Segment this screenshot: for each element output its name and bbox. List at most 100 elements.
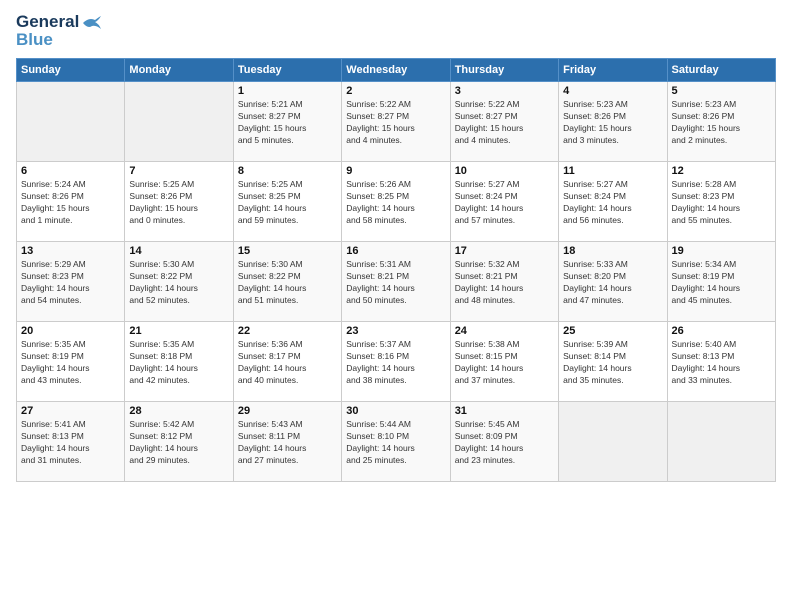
logo-bird-icon <box>81 15 103 31</box>
calendar-cell: 23 Sunrise: 5:37 AM Sunset: 8:16 PM Dayli… <box>342 322 450 402</box>
calendar-cell: 30 Sunrise: 5:44 AM Sunset: 8:10 PM Dayli… <box>342 402 450 482</box>
day-number: 24 <box>455 325 554 337</box>
calendar-week-row: 20 Sunrise: 5:35 AM Sunset: 8:19 PM Dayli… <box>17 322 776 402</box>
day-number: 13 <box>21 245 120 257</box>
calendar-table: SundayMondayTuesdayWednesdayThursdayFrid… <box>16 58 776 482</box>
calendar-cell: 22 Sunrise: 5:36 AM Sunset: 8:17 PM Dayli… <box>233 322 341 402</box>
day-number: 30 <box>346 405 445 417</box>
calendar-cell: 6 Sunrise: 5:24 AM Sunset: 8:26 PM Daylig… <box>17 162 125 242</box>
calendar-cell: 25 Sunrise: 5:39 AM Sunset: 8:14 PM Dayli… <box>559 322 667 402</box>
weekday-header: Monday <box>125 59 233 82</box>
calendar-week-row: 6 Sunrise: 5:24 AM Sunset: 8:26 PM Daylig… <box>17 162 776 242</box>
logo: General Blue <box>16 12 103 50</box>
calendar-cell: 31 Sunrise: 5:45 AM Sunset: 8:09 PM Dayli… <box>450 402 558 482</box>
day-number: 25 <box>563 325 662 337</box>
day-info: Sunrise: 5:22 AM Sunset: 8:27 PM Dayligh… <box>346 99 445 147</box>
day-info: Sunrise: 5:35 AM Sunset: 8:19 PM Dayligh… <box>21 339 120 387</box>
calendar-cell: 19Sunrise: 5:34 AM Sunset: 8:19 PM Dayli… <box>667 242 775 322</box>
calendar-cell: 28Sunrise: 5:42 AM Sunset: 8:12 PM Dayli… <box>125 402 233 482</box>
day-info: Sunrise: 5:35 AM Sunset: 8:18 PM Dayligh… <box>129 339 228 387</box>
day-number: 26 <box>672 325 771 337</box>
day-info: Sunrise: 5:25 AM Sunset: 8:26 PM Dayligh… <box>129 179 228 227</box>
day-info: Sunrise: 5:31 AM Sunset: 8:21 PM Dayligh… <box>346 259 445 307</box>
day-number: 20 <box>21 325 120 337</box>
day-info: Sunrise: 5:27 AM Sunset: 8:24 PM Dayligh… <box>455 179 554 227</box>
header: General Blue <box>16 12 776 50</box>
day-info: Sunrise: 5:38 AM Sunset: 8:15 PM Dayligh… <box>455 339 554 387</box>
day-number: 12 <box>672 165 771 177</box>
day-info: Sunrise: 5:43 AM Sunset: 8:11 PM Dayligh… <box>238 419 337 467</box>
calendar-cell: 1 Sunrise: 5:21 AM Sunset: 8:27 PM Daylig… <box>233 82 341 162</box>
day-info: Sunrise: 5:30 AM Sunset: 8:22 PM Dayligh… <box>129 259 228 307</box>
calendar-cell: 4Sunrise: 5:23 AM Sunset: 8:26 PM Daylig… <box>559 82 667 162</box>
day-info: Sunrise: 5:40 AM Sunset: 8:13 PM Dayligh… <box>672 339 771 387</box>
day-number: 5 <box>672 85 771 97</box>
day-number: 31 <box>455 405 554 417</box>
day-number: 7 <box>129 165 228 177</box>
calendar-cell: 12 Sunrise: 5:28 AM Sunset: 8:23 PM Dayli… <box>667 162 775 242</box>
day-number: 6 <box>21 165 120 177</box>
calendar-cell: 20 Sunrise: 5:35 AM Sunset: 8:19 PM Dayli… <box>17 322 125 402</box>
day-number: 11 <box>563 165 662 177</box>
weekday-header: Wednesday <box>342 59 450 82</box>
day-number: 22 <box>238 325 337 337</box>
day-number: 10 <box>455 165 554 177</box>
calendar-cell: 29Sunrise: 5:43 AM Sunset: 8:11 PM Dayli… <box>233 402 341 482</box>
calendar-cell: 13 Sunrise: 5:29 AM Sunset: 8:23 PM Dayli… <box>17 242 125 322</box>
calendar-cell: 2 Sunrise: 5:22 AM Sunset: 8:27 PM Daylig… <box>342 82 450 162</box>
calendar-header-row: SundayMondayTuesdayWednesdayThursdayFrid… <box>17 59 776 82</box>
day-number: 1 <box>238 85 337 97</box>
day-info: Sunrise: 5:44 AM Sunset: 8:10 PM Dayligh… <box>346 419 445 467</box>
day-info: Sunrise: 5:30 AM Sunset: 8:22 PM Dayligh… <box>238 259 337 307</box>
logo-blue: Blue <box>16 30 53 50</box>
calendar-cell: 3Sunrise: 5:22 AM Sunset: 8:27 PM Daylig… <box>450 82 558 162</box>
calendar-cell: 26 Sunrise: 5:40 AM Sunset: 8:13 PM Dayli… <box>667 322 775 402</box>
day-number: 28 <box>129 405 228 417</box>
day-number: 3 <box>455 85 554 97</box>
weekday-header: Tuesday <box>233 59 341 82</box>
day-info: Sunrise: 5:36 AM Sunset: 8:17 PM Dayligh… <box>238 339 337 387</box>
day-info: Sunrise: 5:25 AM Sunset: 8:25 PM Dayligh… <box>238 179 337 227</box>
day-number: 9 <box>346 165 445 177</box>
calendar-cell <box>559 402 667 482</box>
calendar-cell: 7 Sunrise: 5:25 AM Sunset: 8:26 PM Daylig… <box>125 162 233 242</box>
calendar-week-row: 13 Sunrise: 5:29 AM Sunset: 8:23 PM Dayli… <box>17 242 776 322</box>
day-number: 16 <box>346 245 445 257</box>
day-info: Sunrise: 5:27 AM Sunset: 8:24 PM Dayligh… <box>563 179 662 227</box>
day-number: 2 <box>346 85 445 97</box>
calendar-week-row: 1 Sunrise: 5:21 AM Sunset: 8:27 PM Daylig… <box>17 82 776 162</box>
day-number: 27 <box>21 405 120 417</box>
logo-text: General <box>16 12 103 32</box>
calendar-cell: 11 Sunrise: 5:27 AM Sunset: 8:24 PM Dayli… <box>559 162 667 242</box>
day-info: Sunrise: 5:45 AM Sunset: 8:09 PM Dayligh… <box>455 419 554 467</box>
day-number: 19 <box>672 245 771 257</box>
calendar-cell: 8Sunrise: 5:25 AM Sunset: 8:25 PM Daylig… <box>233 162 341 242</box>
calendar-cell: 18Sunrise: 5:33 AM Sunset: 8:20 PM Dayli… <box>559 242 667 322</box>
calendar-week-row: 27 Sunrise: 5:41 AM Sunset: 8:13 PM Dayli… <box>17 402 776 482</box>
day-info: Sunrise: 5:21 AM Sunset: 8:27 PM Dayligh… <box>238 99 337 147</box>
calendar-cell: 17Sunrise: 5:32 AM Sunset: 8:21 PM Dayli… <box>450 242 558 322</box>
weekday-header: Saturday <box>667 59 775 82</box>
day-info: Sunrise: 5:39 AM Sunset: 8:14 PM Dayligh… <box>563 339 662 387</box>
day-info: Sunrise: 5:37 AM Sunset: 8:16 PM Dayligh… <box>346 339 445 387</box>
day-info: Sunrise: 5:24 AM Sunset: 8:26 PM Dayligh… <box>21 179 120 227</box>
day-info: Sunrise: 5:33 AM Sunset: 8:20 PM Dayligh… <box>563 259 662 307</box>
day-number: 14 <box>129 245 228 257</box>
weekday-header: Friday <box>559 59 667 82</box>
day-info: Sunrise: 5:32 AM Sunset: 8:21 PM Dayligh… <box>455 259 554 307</box>
day-info: Sunrise: 5:26 AM Sunset: 8:25 PM Dayligh… <box>346 179 445 227</box>
day-number: 23 <box>346 325 445 337</box>
day-info: Sunrise: 5:29 AM Sunset: 8:23 PM Dayligh… <box>21 259 120 307</box>
calendar-cell: 16 Sunrise: 5:31 AM Sunset: 8:21 PM Dayli… <box>342 242 450 322</box>
day-info: Sunrise: 5:41 AM Sunset: 8:13 PM Dayligh… <box>21 419 120 467</box>
day-number: 15 <box>238 245 337 257</box>
calendar-cell: 10 Sunrise: 5:27 AM Sunset: 8:24 PM Dayli… <box>450 162 558 242</box>
day-info: Sunrise: 5:28 AM Sunset: 8:23 PM Dayligh… <box>672 179 771 227</box>
calendar-cell: 9 Sunrise: 5:26 AM Sunset: 8:25 PM Daylig… <box>342 162 450 242</box>
calendar-cell <box>667 402 775 482</box>
calendar-cell: 24 Sunrise: 5:38 AM Sunset: 8:15 PM Dayli… <box>450 322 558 402</box>
calendar-cell: 14 Sunrise: 5:30 AM Sunset: 8:22 PM Dayli… <box>125 242 233 322</box>
day-number: 21 <box>129 325 228 337</box>
day-number: 4 <box>563 85 662 97</box>
page: General Blue SundayMondayTuesdayWednesda… <box>0 0 792 612</box>
